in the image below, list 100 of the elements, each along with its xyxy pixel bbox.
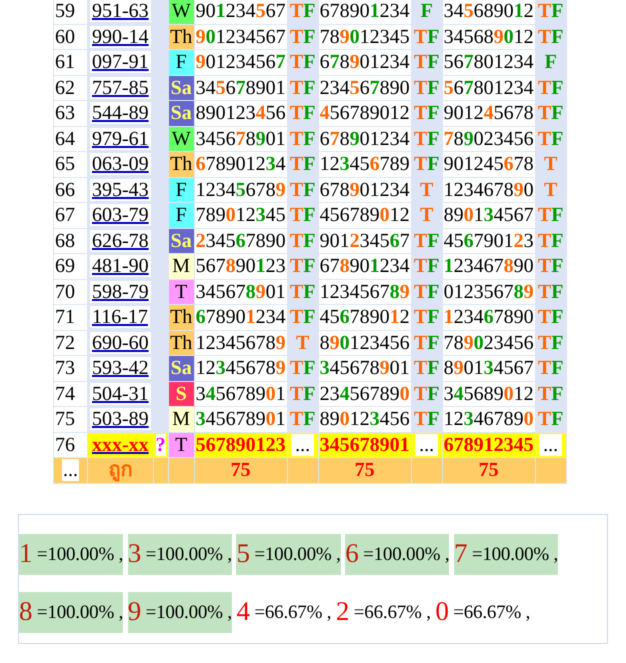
result-cell-text: TF (536, 0, 564, 24)
result-cell-text: T (295, 330, 310, 355)
day-cell: W (168, 0, 194, 24)
code-link[interactable]: 626-78 (90, 230, 151, 252)
day-cell: Sa (168, 101, 194, 126)
number-cell: 456790123 (442, 228, 535, 253)
digit-label: 0 (435, 596, 449, 626)
code-link[interactable]: 097-91 (90, 51, 151, 73)
number-cell: 456789012 (318, 203, 411, 228)
code-link[interactable]: 116-17 (90, 306, 150, 328)
number-cell: 123467890 (442, 178, 535, 202)
number-cell: 678901234 (318, 50, 411, 74)
number-cell: 123467890 (442, 254, 535, 278)
percent-text: =66.67% , (354, 602, 431, 622)
code-link[interactable]: 481-90 (90, 255, 151, 277)
code-link[interactable]: 757-85 (90, 76, 151, 98)
code-link[interactable]: 395-43 (90, 178, 151, 200)
question-mark: ? (156, 434, 166, 456)
code-link[interactable]: 951-63 (90, 0, 151, 22)
code-link[interactable]: 063-09 (90, 153, 151, 175)
result-cell-text: TF (288, 0, 316, 24)
code-link[interactable]: xxx-xx (90, 434, 151, 456)
number-cell: 123456789 (318, 280, 411, 304)
number-cell: 123456789 (194, 178, 287, 202)
percent-text: =100.00% , (146, 602, 232, 622)
number-cell: 123456789 (194, 330, 287, 355)
count-cell: 75 (442, 458, 535, 482)
digit-label: 3 (128, 538, 142, 568)
result-cell-text: TF (412, 254, 440, 278)
code-link[interactable]: 544-89 (90, 102, 151, 124)
code-link[interactable]: 598-79 (90, 280, 151, 302)
result-cell-text: TF (412, 407, 440, 432)
digit-label: 8 (19, 596, 32, 626)
result-cell-text: TF (288, 228, 316, 253)
number-cell: 456789012 (318, 305, 411, 330)
number-cell: 789012345 (318, 24, 411, 49)
number-cell: 567890123 (194, 432, 287, 457)
code-link[interactable]: 979-61 (90, 128, 151, 150)
digit-label: 4 (236, 596, 250, 626)
day-cell: M (168, 407, 194, 432)
digit-label: 1 (19, 538, 32, 568)
row-number: 60 (54, 24, 87, 49)
code-link[interactable]: 504-31 (90, 382, 151, 404)
code-link[interactable]: 503-89 (90, 408, 151, 430)
result-cell-text: TF (412, 330, 440, 355)
day-cell: Th (168, 152, 194, 176)
result-cell-text: TF (288, 50, 316, 74)
number-cell: 890134567 (442, 203, 535, 228)
number-cell: 345689012 (442, 382, 535, 406)
row-number: 74 (54, 382, 87, 406)
day-cell: Th (168, 24, 194, 49)
result-cell-text: TF (288, 152, 316, 176)
number-cell: 678912345 (442, 432, 535, 457)
result-cell: ... (539, 434, 562, 456)
day-cell: F (168, 50, 194, 74)
result-cell-text: TF (288, 382, 316, 406)
code-link[interactable]: 690-60 (90, 332, 151, 354)
number-cell: 345678901 (318, 432, 411, 457)
result-cell-text: TF (288, 24, 316, 49)
result-cell: ... (291, 434, 314, 456)
row-number: 70 (54, 280, 87, 304)
number-cell: 123456789 (318, 152, 411, 176)
digit-label: 9 (128, 596, 142, 626)
number-cell: 678901234 (194, 152, 287, 176)
row-number: 65 (54, 152, 87, 176)
count-cell: 75 (194, 458, 287, 482)
row-number: 72 (54, 330, 87, 355)
result-cell-text: T (543, 152, 558, 176)
number-cell: 234567890 (318, 382, 411, 406)
row-number: 62 (54, 76, 87, 100)
number-cell: 789023456 (442, 126, 535, 151)
number-cell: 678901234 (318, 126, 411, 151)
row-number: 71 (54, 305, 87, 330)
code-link[interactable]: 603-79 (90, 204, 151, 226)
day-cell: Sa (168, 356, 194, 380)
row-number: 73 (54, 356, 87, 380)
percent-text: =100.00% , (254, 544, 341, 564)
number-cell: 901234567 (194, 24, 287, 49)
percent-text: =100.00% , (36, 602, 124, 622)
day-cell: Th (168, 330, 194, 355)
result-cell-text: TF (288, 254, 316, 278)
number-cell: 789012345 (194, 203, 287, 228)
result-cell-text: TF (412, 101, 440, 126)
number-cell: 234567890 (318, 76, 411, 100)
number-cell: 345678901 (194, 407, 287, 432)
code-link[interactable]: 593-42 (90, 357, 151, 379)
digit-label: 2 (336, 596, 350, 626)
result-cell-text: TF (536, 356, 564, 380)
number-cell: 678901234 (318, 254, 411, 278)
result-cell-text: TF (536, 330, 564, 355)
digit-label: 5 (236, 538, 250, 568)
result-cell-text: TF (288, 101, 316, 126)
row-number: 61 (54, 50, 87, 74)
row-number: 59 (54, 0, 87, 24)
day-cell: F (168, 203, 194, 228)
code-link[interactable]: 990-14 (90, 26, 151, 48)
row-number: 64 (54, 126, 87, 151)
number-cell: 901234567 (194, 50, 287, 74)
number-cell: 890134567 (442, 356, 535, 380)
day-cell: Sa (168, 76, 194, 100)
